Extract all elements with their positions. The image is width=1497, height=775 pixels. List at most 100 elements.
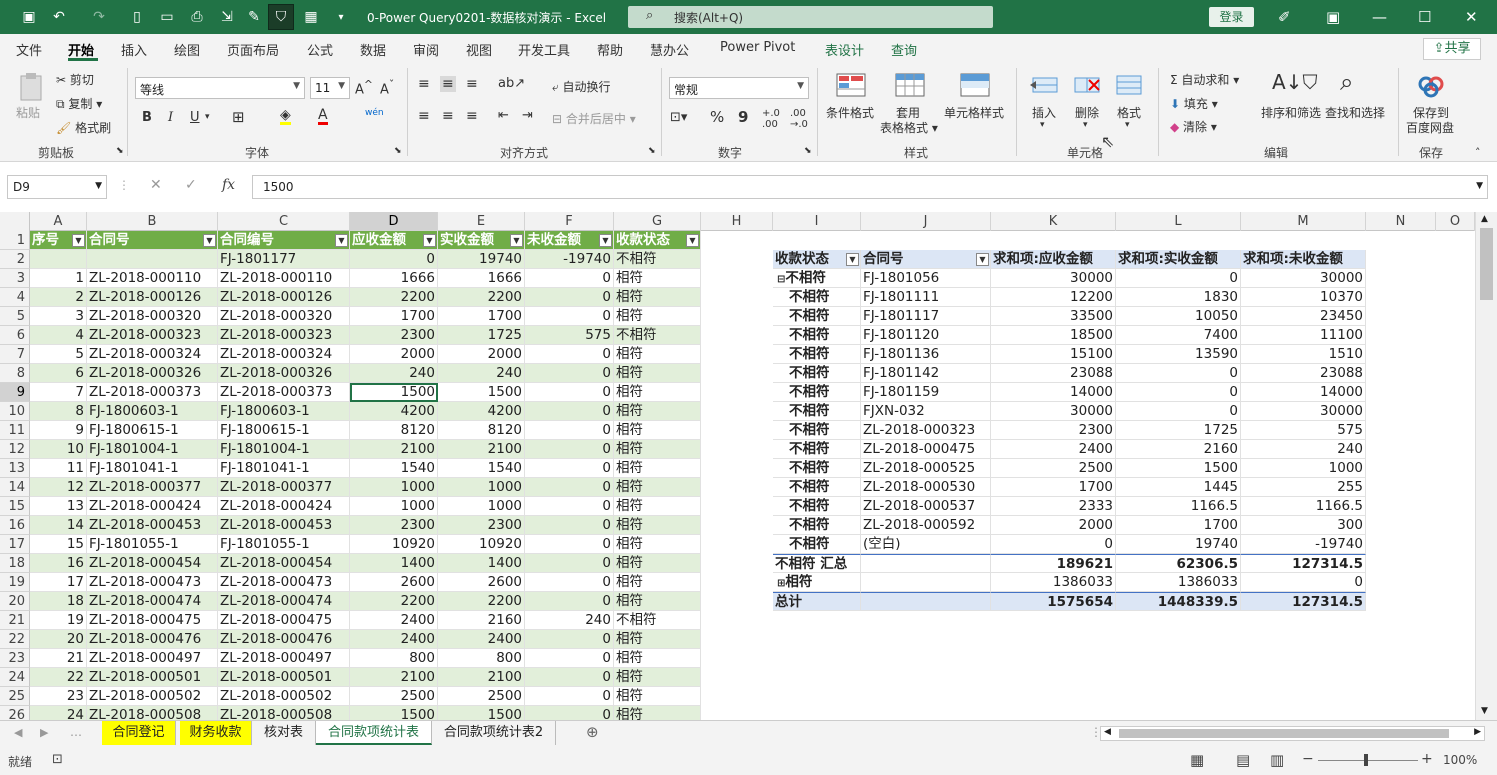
- table-cell[interactable]: FJ-1801041-1: [218, 459, 350, 478]
- export-icon[interactable]: ⇲: [218, 8, 236, 26]
- align-bottom-icon[interactable]: ≡: [466, 76, 478, 92]
- table-cell[interactable]: 2500: [438, 687, 525, 706]
- table-cell[interactable]: ZL-2018-000377: [87, 478, 218, 497]
- table-cell[interactable]: 2600: [438, 573, 525, 592]
- row-header[interactable]: 24: [0, 668, 30, 687]
- pivot-header-cell[interactable]: 合同号 ▼: [861, 250, 991, 269]
- conditional-format-button[interactable]: 条件格式: [826, 104, 874, 121]
- font-color-icon[interactable]: A: [318, 108, 328, 125]
- table-cell[interactable]: 3: [30, 307, 87, 326]
- filter-dropdown-icon[interactable]: ▼: [686, 234, 699, 247]
- row-header[interactable]: 20: [0, 592, 30, 611]
- percent-icon[interactable]: %: [710, 108, 724, 126]
- table-cell[interactable]: 575: [525, 326, 614, 345]
- pivot-cell[interactable]: 不相符: [773, 345, 861, 364]
- table-cell[interactable]: ZL-2018-000473: [218, 573, 350, 592]
- pivot-cell[interactable]: 0: [1116, 383, 1241, 402]
- row-header[interactable]: 21: [0, 611, 30, 630]
- pivot-header-cell[interactable]: 收款状态 ▼: [773, 250, 861, 269]
- table-cell[interactable]: 相符: [614, 440, 701, 459]
- pivot-cell[interactable]: FJXN-032: [861, 402, 991, 421]
- row-header[interactable]: 17: [0, 535, 30, 554]
- tab-review[interactable]: 审阅: [413, 40, 439, 59]
- row-header[interactable]: 7: [0, 345, 30, 364]
- border-icon[interactable]: ⊞: [232, 108, 245, 126]
- pivot-cell[interactable]: 不相符: [773, 535, 861, 554]
- print-icon[interactable]: ⎙: [188, 8, 206, 26]
- table-cell[interactable]: 11: [30, 459, 87, 478]
- table-cell[interactable]: 240: [438, 364, 525, 383]
- row-header[interactable]: 5: [0, 307, 30, 326]
- pivot-cell[interactable]: 不相符: [773, 402, 861, 421]
- row-header[interactable]: 6: [0, 326, 30, 345]
- table-cell[interactable]: 240: [350, 364, 438, 383]
- table-cell[interactable]: 0: [525, 459, 614, 478]
- table-cell[interactable]: ZL-2018-000377: [218, 478, 350, 497]
- more-sheets-icon[interactable]: …: [70, 725, 82, 739]
- pivot-cell[interactable]: 30000: [1241, 269, 1366, 288]
- tab-insert[interactable]: 插入: [121, 40, 147, 59]
- table-cell[interactable]: 相符: [614, 535, 701, 554]
- table-cell[interactable]: FJ-1801041-1: [87, 459, 218, 478]
- pivot-cell[interactable]: 1725: [1116, 421, 1241, 440]
- table-cell[interactable]: 13: [30, 497, 87, 516]
- scroll-left-icon[interactable]: ◀: [1104, 727, 1111, 737]
- pivot-cell[interactable]: 30000: [991, 269, 1116, 288]
- autosum-button[interactable]: Σ 自动求和 ▾: [1170, 71, 1239, 88]
- table-cell[interactable]: 0: [525, 554, 614, 573]
- filter-dropdown-icon[interactable]: ▼: [203, 234, 216, 247]
- pivot-cell[interactable]: 不相符: [773, 440, 861, 459]
- table-cell[interactable]: ZL-2018-000501: [218, 668, 350, 687]
- increase-indent-icon[interactable]: ⇥: [522, 108, 533, 123]
- sheet-tab-stats2[interactable]: 合同款项统计表2: [432, 721, 556, 745]
- table-cell[interactable]: 相符: [614, 668, 701, 687]
- table-cell[interactable]: 10920: [438, 535, 525, 554]
- table-cell[interactable]: 0: [525, 649, 614, 668]
- table-header-cell[interactable]: 应收金额 ▼: [350, 231, 438, 250]
- table-cell[interactable]: 0: [525, 440, 614, 459]
- pivot-cell[interactable]: FJ-1801136: [861, 345, 991, 364]
- align-middle-icon[interactable]: ≡: [440, 76, 456, 92]
- pivot-cell[interactable]: 0: [1116, 364, 1241, 383]
- table-cell[interactable]: ZL-2018-000476: [218, 630, 350, 649]
- table-cell[interactable]: 2300: [350, 516, 438, 535]
- table-cell[interactable]: 2600: [350, 573, 438, 592]
- format-as-table-label2[interactable]: 表格格式 ▾: [880, 119, 938, 136]
- table-header-cell[interactable]: 收款状态 ▼: [614, 231, 701, 250]
- table-cell[interactable]: 0: [525, 269, 614, 288]
- pivot-cell[interactable]: 33500: [991, 307, 1116, 326]
- table-cell[interactable]: 2300: [350, 326, 438, 345]
- pivot-cell[interactable]: 7400: [1116, 326, 1241, 345]
- table-cell[interactable]: 10: [30, 440, 87, 459]
- row-header[interactable]: 25: [0, 687, 30, 706]
- table-cell[interactable]: FJ-1801004-1: [218, 440, 350, 459]
- pivot-total-cell[interactable]: 1575654: [991, 592, 1116, 611]
- undo-icon[interactable]: ↶: [50, 8, 68, 26]
- pivot-cell[interactable]: 2500: [991, 459, 1116, 478]
- pivot-cell[interactable]: 2333: [991, 497, 1116, 516]
- table-header-cell[interactable]: 未收金额 ▼: [525, 231, 614, 250]
- customize-qat-icon[interactable]: ▾: [332, 8, 350, 26]
- table-cell[interactable]: 800: [350, 649, 438, 668]
- table-cell[interactable]: 1500: [438, 706, 525, 720]
- table-cell[interactable]: ZL-2018-000424: [218, 497, 350, 516]
- table-cell[interactable]: 2200: [438, 288, 525, 307]
- font-name-select[interactable]: 等线 ▼: [135, 77, 305, 99]
- table-header-cell[interactable]: 实收金额 ▼: [438, 231, 525, 250]
- next-sheet-icon[interactable]: ▶: [40, 726, 48, 739]
- enter-icon[interactable]: ✓: [185, 177, 197, 193]
- table-cell[interactable]: 22: [30, 668, 87, 687]
- row-header[interactable]: 4: [0, 288, 30, 307]
- column-header-i[interactable]: I: [773, 212, 861, 231]
- table-cell[interactable]: 4: [30, 326, 87, 345]
- table-cell[interactable]: 21: [30, 649, 87, 668]
- table-cell[interactable]: 1: [30, 269, 87, 288]
- cut-button[interactable]: ✂ 剪切: [56, 71, 94, 88]
- sheet-tab-check[interactable]: 核对表: [252, 721, 316, 745]
- row-header[interactable]: 22: [0, 630, 30, 649]
- table-cell[interactable]: ZL-2018-000324: [218, 345, 350, 364]
- table-cell[interactable]: 0: [350, 250, 438, 269]
- table-cell[interactable]: 0: [525, 687, 614, 706]
- pivot-cell[interactable]: 不相符: [773, 497, 861, 516]
- copy-button[interactable]: ⧉ 复制 ▾: [56, 95, 102, 112]
